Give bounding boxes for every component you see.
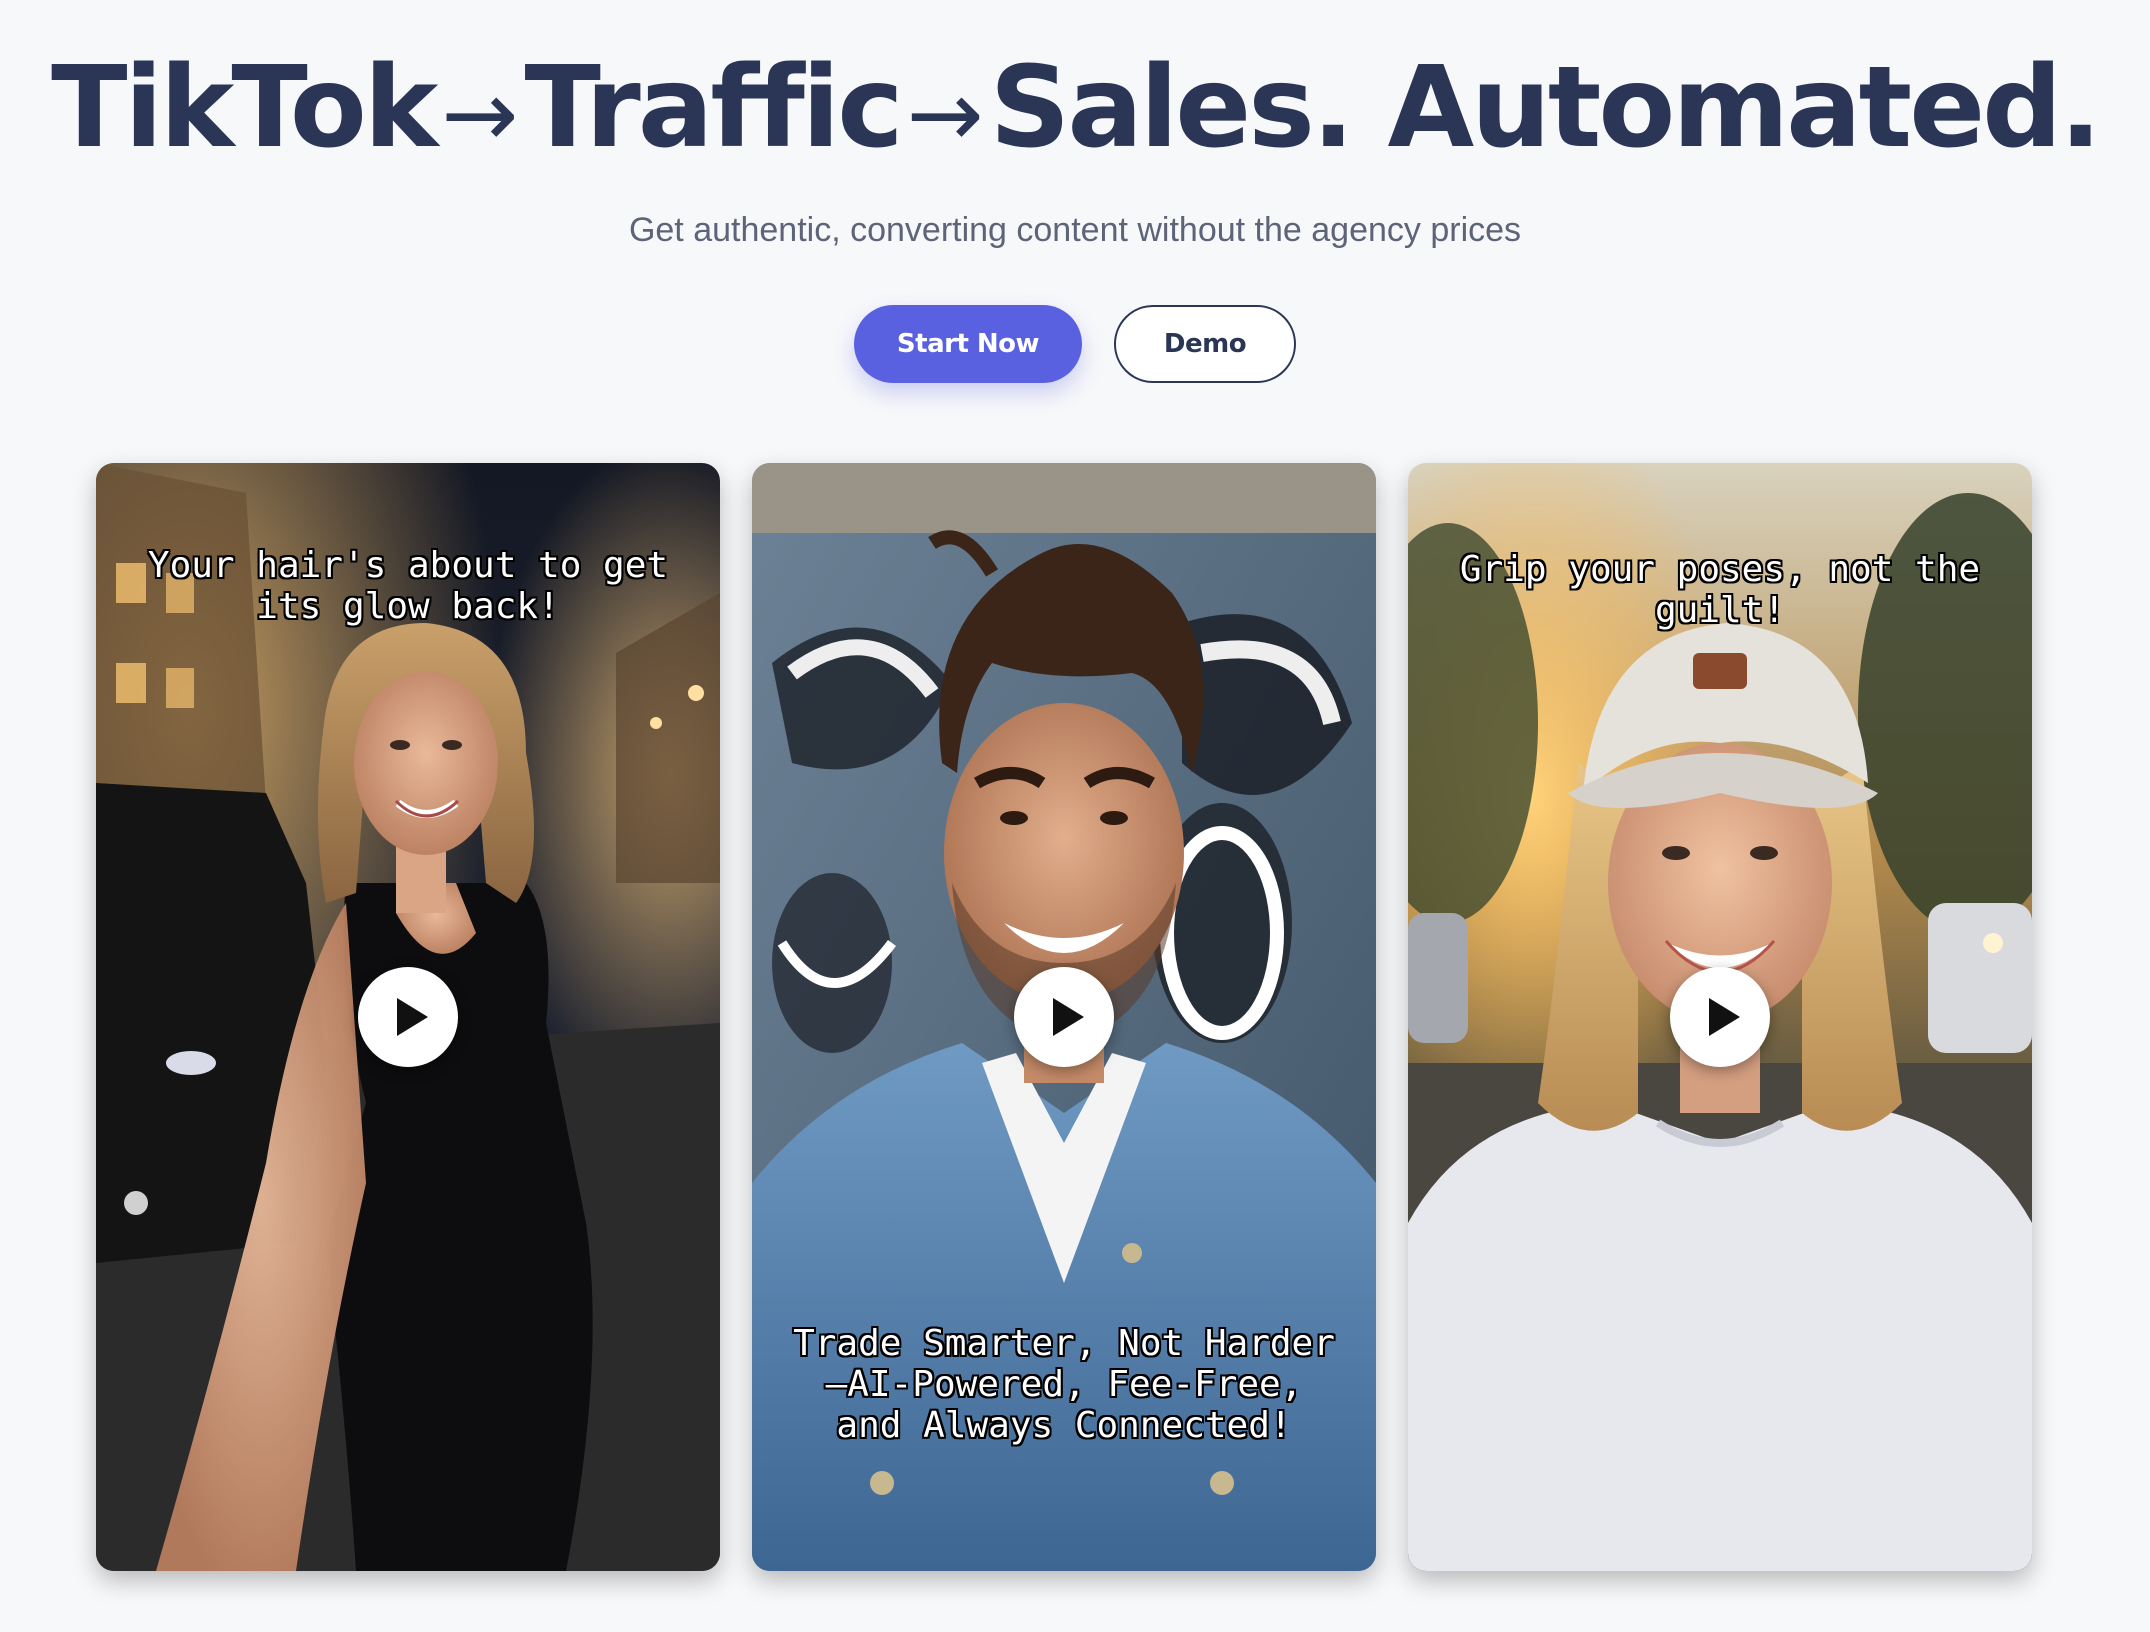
- arrow-icon: →: [441, 61, 519, 168]
- video-gallery: Your hair's about to get its glow back!: [96, 463, 2032, 1571]
- play-button[interactable]: [1014, 967, 1114, 1067]
- hero-subtitle: Get authentic, converting content withou…: [628, 211, 1522, 249]
- demo-button[interactable]: Demo: [1114, 305, 1296, 383]
- video-card[interactable]: Grip your poses, not the guilt!: [1408, 463, 2032, 1571]
- start-now-button[interactable]: Start Now: [854, 305, 1082, 383]
- play-button[interactable]: [358, 967, 458, 1067]
- video-card[interactable]: Trade Smarter, Not Harder—AI-Powered, Fe…: [752, 463, 1376, 1571]
- title-traffic: Traffic: [524, 43, 903, 173]
- title-sales: Sales. Automated.: [989, 43, 2102, 173]
- landing-page: TikTok→Traffic→Sales. Automated. Get aut…: [0, 0, 2150, 1632]
- play-icon: [1053, 998, 1084, 1036]
- video-caption: Trade Smarter, Not Harder—AI-Powered, Fe…: [793, 1323, 1335, 1446]
- arrow-icon: →: [906, 61, 984, 168]
- cta-row: Start Now Demo: [0, 305, 2150, 383]
- title-tiktok: TikTok: [51, 43, 438, 173]
- hero-title: TikTok→Traffic→Sales. Automated.: [0, 38, 2150, 185]
- video-caption: Grip your poses, not the guilt!: [1459, 549, 1981, 631]
- video-card[interactable]: Your hair's about to get its glow back!: [96, 463, 720, 1571]
- play-icon: [1709, 998, 1740, 1036]
- play-button[interactable]: [1670, 967, 1770, 1067]
- play-icon: [397, 998, 428, 1036]
- video-caption: Your hair's about to get its glow back!: [147, 545, 669, 627]
